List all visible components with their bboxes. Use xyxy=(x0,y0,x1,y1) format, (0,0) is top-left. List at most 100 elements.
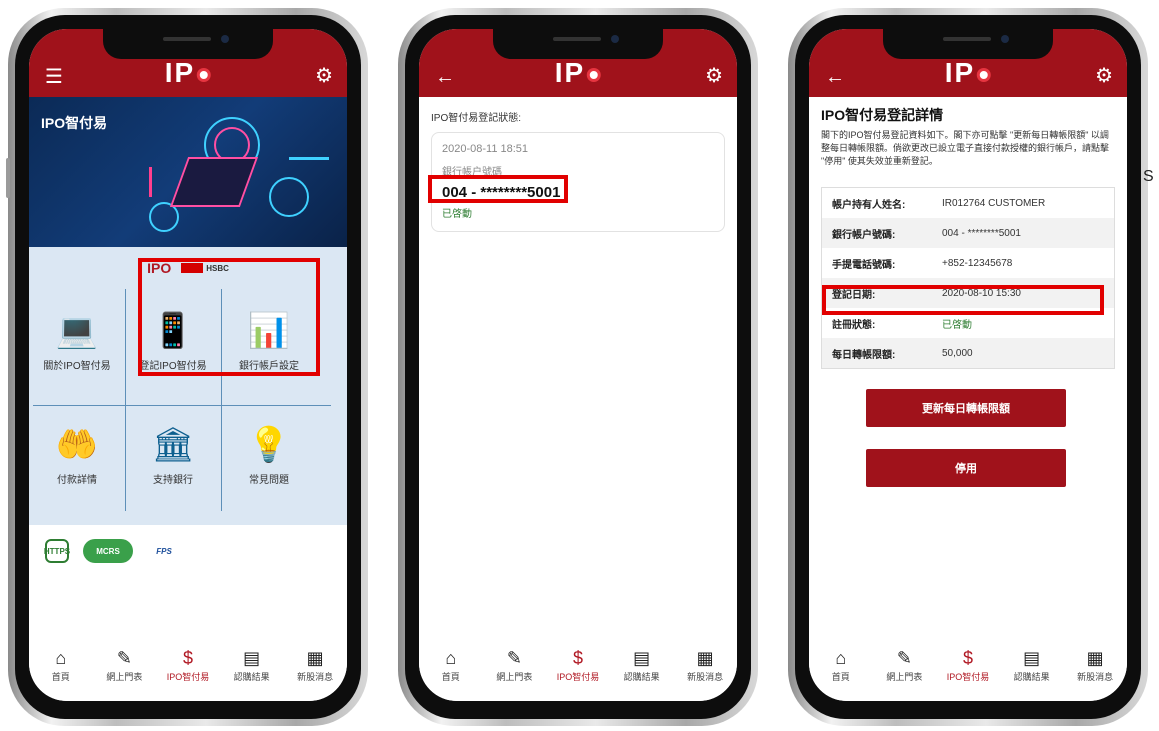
app-logo: IP xyxy=(165,57,212,89)
hero-bar xyxy=(289,157,329,160)
grid-item-about[interactable]: 💻 關於IPO智付易 xyxy=(29,291,125,399)
tab-results[interactable]: ▤ 認購結果 xyxy=(222,647,282,683)
tab-label: IPO智付易 xyxy=(946,672,990,682)
https-shield-icon: HTTPS xyxy=(44,539,70,563)
dollar-icon: $ xyxy=(182,648,193,668)
tab-label: 認購結果 xyxy=(233,672,270,682)
home-icon: ⌂ xyxy=(445,648,457,668)
details-description: 閣下的IPO智付易登記資料如下。閣下亦可點擊 "更新每日轉帳限額" 以調整每日轉… xyxy=(821,130,1110,166)
clipboard-icon: ▤ xyxy=(243,648,261,668)
tab-news[interactable]: ▦ 新股消息 xyxy=(675,647,735,683)
tab-results[interactable]: ▤ 認購結果 xyxy=(1002,647,1062,683)
security-badges: HTTPS MCRS FPS xyxy=(44,539,181,563)
newspaper-icon: ▦ xyxy=(306,648,324,668)
tab-ipo-pay[interactable]: $ IPO智付易 xyxy=(158,647,218,683)
tab-label: 認購結果 xyxy=(1013,672,1050,682)
bottom-tab-bar: ⌂ 首頁 ✎ 網上門表 $ IPO智付易 ▤ 認購結果 ▦ 新股消息 xyxy=(29,637,347,701)
hero-tablet xyxy=(169,157,259,207)
stray-text: S xyxy=(1143,168,1154,185)
tab-ipo-pay[interactable]: $ IPO智付易 xyxy=(938,647,998,683)
tab-results[interactable]: ▤ 認購結果 xyxy=(612,647,672,683)
update-limit-button[interactable]: 更新每日轉帳限額 xyxy=(866,389,1066,427)
highlight-box xyxy=(428,175,568,203)
pen-icon: ✎ xyxy=(116,648,132,668)
tab-ipo-pay[interactable]: $ IPO智付易 xyxy=(548,647,608,683)
bottom-tab-bar: ⌂ 首頁 ✎ 網上門表 $ IPO智付易 ▤ 認購結果 ▦ 新股消息 xyxy=(809,637,1127,701)
pen-icon: ✎ xyxy=(506,648,522,668)
hero-ring xyxy=(269,177,309,217)
tab-label: 新股消息 xyxy=(297,672,334,682)
hero-title: IPO智付易 xyxy=(41,115,108,131)
tab-label: 首頁 xyxy=(831,672,850,682)
tab-home[interactable]: ⌂ 首頁 xyxy=(31,647,91,683)
tab-online-form[interactable]: ✎ 網上門表 xyxy=(484,647,544,683)
tab-label: 網上門表 xyxy=(106,672,143,682)
phone-bezel: ← IP ⚙ IPO智付易登記狀態: 2020-08-11 18:51 銀行帳户… xyxy=(405,15,751,719)
tab-label: 新股消息 xyxy=(1077,672,1114,682)
clipboard-icon: ▤ xyxy=(1023,648,1041,668)
tab-label: IPO智付易 xyxy=(556,672,600,682)
back-arrow-icon[interactable]: ← xyxy=(825,67,845,87)
disable-button[interactable]: 停用 xyxy=(866,449,1066,487)
row-value: IR012764 CUSTOMER xyxy=(942,197,1046,209)
tab-online-form[interactable]: ✎ 網上門表 xyxy=(874,647,934,683)
details-title: IPO智付易登記詳情 xyxy=(821,107,944,123)
gear-icon[interactable]: ⚙ xyxy=(315,63,333,88)
row-value: 004 - ********5001 xyxy=(942,227,1021,239)
row-label: 帳户持有人姓名: xyxy=(832,199,906,211)
back-arrow-icon[interactable]: ← xyxy=(435,67,455,87)
menu-icon[interactable]: ☰ xyxy=(45,67,63,87)
tab-news[interactable]: ▦ 新股消息 xyxy=(285,647,345,683)
newspaper-icon: ▦ xyxy=(1086,648,1104,668)
fps-logo: FPS xyxy=(156,546,172,556)
app-logo: IP xyxy=(945,57,992,89)
status-screen: ← IP ⚙ IPO智付易登記狀態: 2020-08-11 18:51 銀行帳户… xyxy=(419,29,737,701)
details-screen: ← IP ⚙ IPO智付易登記詳情 閣下的IPO智付易登記資料如下。閣下亦可點擊… xyxy=(809,29,1127,701)
tab-home[interactable]: ⌂ 首頁 xyxy=(421,647,481,683)
tab-home[interactable]: ⌂ 首頁 xyxy=(811,647,871,683)
grid-item-label: 支持銀行 xyxy=(153,475,193,486)
home-icon: ⌂ xyxy=(55,648,67,668)
phone-frame-status: ← IP ⚙ IPO智付易登記狀態: 2020-08-11 18:51 銀行帳户… xyxy=(398,8,758,726)
row-label: 手提電話號碼: xyxy=(832,259,896,271)
table-row: 手提電話號碼: +852-12345678 xyxy=(822,248,1114,278)
gear-icon[interactable]: ⚙ xyxy=(705,63,723,88)
tab-label: IPO智付易 xyxy=(166,672,210,682)
registration-date: 2020-08-11 18:51 xyxy=(442,143,529,155)
notch xyxy=(883,29,1053,59)
volume-button xyxy=(6,158,10,198)
tab-news[interactable]: ▦ 新股消息 xyxy=(1065,647,1125,683)
hand-coin-icon: 🤲 xyxy=(55,426,99,464)
dollar-icon: $ xyxy=(572,648,583,668)
gear-icon[interactable]: ⚙ xyxy=(1095,63,1113,88)
bottom-tab-bar: ⌂ 首頁 ✎ 網上門表 $ IPO智付易 ▤ 認購結果 ▦ 新股消息 xyxy=(419,637,737,701)
table-row: 每日轉帳限額: 50,000 xyxy=(822,338,1114,368)
row-value: 50,000 xyxy=(942,347,973,359)
grid-item-label: 常見問題 xyxy=(249,475,289,486)
row-value: +852-12345678 xyxy=(942,257,1013,269)
newspaper-icon: ▦ xyxy=(696,648,714,668)
table-row: 帳户持有人姓名: IR012764 CUSTOMER xyxy=(822,188,1114,218)
row-label: 銀行帳户號碼: xyxy=(832,229,896,241)
grid-item-payment[interactable]: 🤲 付款詳情 xyxy=(29,405,125,513)
app-logo: IP xyxy=(555,57,602,89)
hero-bar xyxy=(149,167,152,197)
phone-frame-details: ← IP ⚙ IPO智付易登記詳情 閣下的IPO智付易登記資料如下。閣下亦可點擊… xyxy=(788,8,1148,726)
grid-item-faq[interactable]: 💡 常見問題 xyxy=(221,405,317,513)
phone-bezel: ← IP ⚙ IPO智付易登記詳情 閣下的IPO智付易登記資料如下。閣下亦可點擊… xyxy=(795,15,1141,719)
mcrs-badge: MCRS xyxy=(83,539,133,563)
grid-item-label: 關於IPO智付易 xyxy=(43,361,111,372)
tab-online-form[interactable]: ✎ 網上門表 xyxy=(94,647,154,683)
status-title: IPO智付易登記狀態: xyxy=(431,113,522,124)
grid-item-banks[interactable]: 🏛 支持銀行 xyxy=(125,405,221,513)
tab-label: 網上門表 xyxy=(496,672,533,682)
home-icon: ⌂ xyxy=(835,648,847,668)
dollar-icon: $ xyxy=(962,648,973,668)
tab-label: 首頁 xyxy=(51,672,70,682)
tab-label: 首頁 xyxy=(441,672,460,682)
highlight-box xyxy=(822,285,1104,315)
row-label: 註冊狀態: xyxy=(832,319,876,331)
notch xyxy=(103,29,273,59)
row-value: 已啓動 xyxy=(942,319,972,331)
laptop-chat-icon: 💻 xyxy=(55,312,99,350)
